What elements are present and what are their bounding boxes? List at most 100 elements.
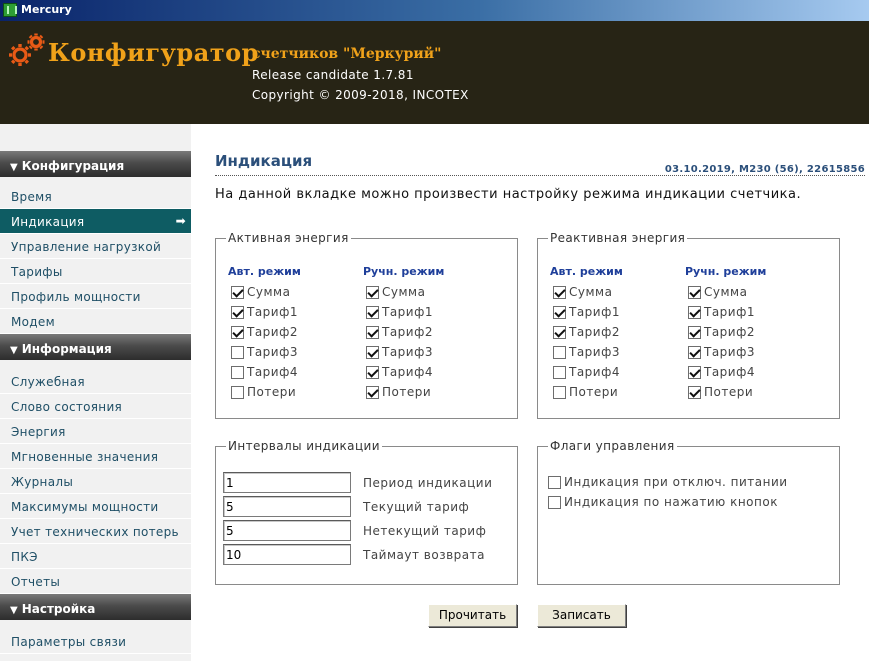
checkbox[interactable] bbox=[366, 345, 379, 359]
window-titlebar: Mercury bbox=[0, 0, 869, 21]
active-auto-checkbox-row[interactable]: Тариф2 bbox=[231, 323, 298, 341]
checkbox[interactable] bbox=[548, 475, 561, 489]
section-title: Настройка bbox=[21, 602, 96, 616]
sidebar-item-modem[interactable]: Модем bbox=[0, 309, 191, 334]
reactive-manual-checkbox-row[interactable]: Сумма bbox=[688, 283, 747, 301]
return-timeout-input[interactable] bbox=[223, 544, 351, 565]
checkbox[interactable] bbox=[553, 325, 566, 339]
noncurrent-tariff-input[interactable] bbox=[223, 520, 351, 541]
active-manual-checkbox-row[interactable]: Сумма bbox=[366, 283, 425, 301]
app-title: Конфигуратор bbox=[48, 38, 259, 67]
reactive-auto-checkbox-row[interactable]: Тариф2 bbox=[553, 323, 620, 341]
active-auto-checkbox-row[interactable]: Тариф4 bbox=[231, 363, 298, 381]
flag-button-press-indication[interactable]: Индикация по нажатию кнопок bbox=[548, 493, 778, 511]
sidebar-item-tech-losses[interactable]: Учет технических потерь bbox=[0, 519, 191, 544]
active-auto-checkbox-row[interactable]: Тариф3 bbox=[231, 343, 298, 361]
reactive-auto-checkbox-row[interactable]: Тариф4 bbox=[553, 363, 620, 381]
reactive-auto-checkbox-row[interactable]: Сумма bbox=[553, 283, 612, 301]
checkbox[interactable] bbox=[688, 345, 701, 359]
write-button[interactable]: Записать bbox=[537, 604, 626, 627]
sidebar-item-indication[interactable]: Индикация ➡ bbox=[0, 209, 191, 234]
sidebar-item-instant-values[interactable]: Мгновенные значения bbox=[0, 444, 191, 469]
active-manual-checkbox-row[interactable]: Тариф3 bbox=[366, 343, 433, 361]
reactive-auto-checkbox-row[interactable]: Потери bbox=[553, 383, 618, 401]
active-manual-checkbox-row[interactable]: Тариф4 bbox=[366, 363, 433, 381]
sidebar-item-pke[interactable]: ПКЭ bbox=[0, 544, 191, 569]
checkbox[interactable] bbox=[366, 285, 379, 299]
reactive-manual-checkbox-row[interactable]: Тариф3 bbox=[688, 343, 755, 361]
checkbox[interactable] bbox=[688, 325, 701, 339]
active-manual-checkbox-row[interactable]: Потери bbox=[366, 383, 431, 401]
active-auto-checkbox-row[interactable]: Тариф1 bbox=[231, 303, 298, 321]
checkbox-label: Потери bbox=[247, 385, 297, 399]
reactive-manual-checkbox-row[interactable]: Тариф4 bbox=[688, 363, 755, 381]
checkbox[interactable] bbox=[366, 365, 379, 379]
checkbox-label: Тариф2 bbox=[247, 325, 298, 339]
display-period-input[interactable] bbox=[223, 472, 351, 493]
checkbox-label: Индикация по нажатию кнопок bbox=[564, 495, 778, 509]
read-button[interactable]: Прочитать bbox=[428, 604, 517, 627]
app-icon bbox=[3, 3, 17, 17]
checkbox[interactable] bbox=[231, 365, 244, 379]
checkbox[interactable] bbox=[688, 285, 701, 299]
checkbox-label: Тариф4 bbox=[247, 365, 298, 379]
checkbox-label: Тариф1 bbox=[704, 305, 755, 319]
reactive-manual-checkbox-row[interactable]: Тариф1 bbox=[688, 303, 755, 321]
sidebar-item-status-word[interactable]: Слово состояния bbox=[0, 394, 191, 419]
current-tariff-input[interactable] bbox=[223, 496, 351, 517]
checkbox[interactable] bbox=[366, 305, 379, 319]
checkbox[interactable] bbox=[231, 385, 244, 399]
reactive-auto-checkbox-row[interactable]: Тариф3 bbox=[553, 343, 620, 361]
active-manual-checkbox-row[interactable]: Тариф2 bbox=[366, 323, 433, 341]
checkbox[interactable] bbox=[231, 325, 244, 339]
checkbox-label: Сумма bbox=[704, 285, 748, 299]
sidebar-item-tariffs[interactable]: Тарифы bbox=[0, 259, 191, 284]
active-auto-checkbox-row[interactable]: Сумма bbox=[231, 283, 290, 301]
active-manual-checkbox-row[interactable]: Тариф1 bbox=[366, 303, 433, 321]
sidebar-item-time[interactable]: Время bbox=[0, 184, 191, 209]
app-subtitle: счетчиков "Меркурий" bbox=[252, 46, 442, 62]
checkbox[interactable] bbox=[548, 495, 561, 509]
current-tariff-label: Текущий тариф bbox=[363, 500, 470, 514]
checkbox[interactable] bbox=[366, 385, 379, 399]
checkbox[interactable] bbox=[688, 305, 701, 319]
checkbox-label: Индикация при отключ. питании bbox=[564, 475, 788, 489]
sidebar-item-reports[interactable]: Отчеты bbox=[0, 569, 191, 594]
checkbox-label: Потери bbox=[704, 385, 754, 399]
sidebar-section-settings[interactable]: ▼ Настройка bbox=[0, 594, 191, 620]
auto-mode-header: Авт. режим bbox=[550, 265, 623, 278]
checkbox[interactable] bbox=[553, 385, 566, 399]
checkbox[interactable] bbox=[553, 305, 566, 319]
section-title: Конфигурация bbox=[21, 159, 125, 173]
checkbox[interactable] bbox=[231, 305, 244, 319]
checkbox[interactable] bbox=[688, 385, 701, 399]
checkbox[interactable] bbox=[231, 345, 244, 359]
sidebar-item-load-control[interactable]: Управление нагрузкой bbox=[0, 234, 191, 259]
checkbox[interactable] bbox=[553, 345, 566, 359]
group-legend: Активная энергия bbox=[228, 231, 349, 245]
checkbox[interactable] bbox=[553, 285, 566, 299]
checkbox-label: Сумма bbox=[247, 285, 291, 299]
window-title: Mercury bbox=[21, 3, 72, 16]
sidebar-item-energy[interactable]: Энергия bbox=[0, 419, 191, 444]
collapse-triangle-icon: ▼ bbox=[10, 345, 18, 356]
checkbox[interactable] bbox=[231, 285, 244, 299]
checkbox[interactable] bbox=[553, 365, 566, 379]
flag-power-off-indication[interactable]: Индикация при отключ. питании bbox=[548, 473, 788, 491]
group-legend: Флаги управления bbox=[550, 439, 675, 453]
checkbox[interactable] bbox=[688, 365, 701, 379]
checkbox[interactable] bbox=[366, 325, 379, 339]
sidebar-item-power-maximums[interactable]: Максимумы мощности bbox=[0, 494, 191, 519]
checkbox-label: Тариф2 bbox=[704, 325, 755, 339]
sidebar-section-configuration[interactable]: ▼ Конфигурация bbox=[0, 151, 191, 177]
sidebar: ▼ Конфигурация Время Индикация ➡ Управлен… bbox=[0, 124, 191, 661]
reactive-manual-checkbox-row[interactable]: Тариф2 bbox=[688, 323, 755, 341]
sidebar-item-connection-params[interactable]: Параметры связи bbox=[0, 629, 191, 654]
sidebar-item-power-profile[interactable]: Профиль мощности bbox=[0, 284, 191, 309]
sidebar-section-information[interactable]: ▼ Информация bbox=[0, 334, 191, 360]
sidebar-item-journals[interactable]: Журналы bbox=[0, 469, 191, 494]
active-auto-checkbox-row[interactable]: Потери bbox=[231, 383, 296, 401]
reactive-auto-checkbox-row[interactable]: Тариф1 bbox=[553, 303, 620, 321]
reactive-manual-checkbox-row[interactable]: Потери bbox=[688, 383, 753, 401]
sidebar-item-service[interactable]: Служебная bbox=[0, 369, 191, 394]
